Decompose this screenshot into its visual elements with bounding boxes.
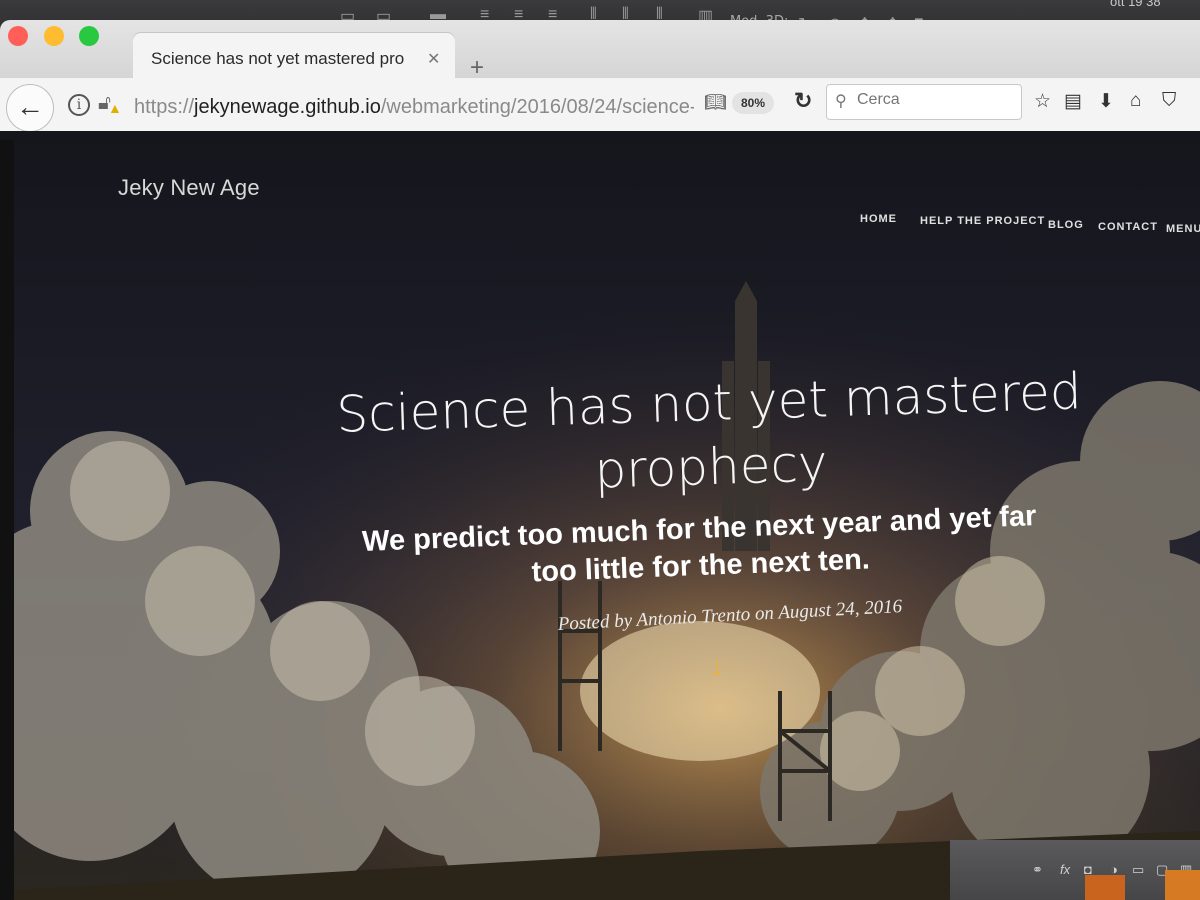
back-button[interactable]: ← (6, 84, 54, 132)
nav-help-the-project[interactable]: HELP THE PROJECT (920, 215, 1045, 227)
url-bar[interactable]: https://jekynewage.github.io/webmarketin… (134, 88, 694, 126)
tab-close-icon[interactable]: ✕ (427, 49, 440, 69)
home-icon[interactable]: ⌂ (1130, 90, 1141, 112)
layer-thumbnail[interactable] (1085, 875, 1125, 900)
app-layers-panel: ⚭ fx ◘ ◑ ▭ ▢ ▥ (950, 840, 1200, 900)
search-input[interactable] (857, 91, 1007, 109)
tab-bar: Science has not yet mastered pro ✕ + (0, 20, 1200, 80)
warning-icon: ▲ (108, 100, 122, 116)
link-icon[interactable]: ⚭ (1032, 862, 1043, 878)
url-path: /webmarketing/2016/08/24/science- (380, 96, 694, 118)
zoom-level-badge[interactable]: 80% (732, 92, 774, 114)
fx-icon[interactable]: fx (1060, 862, 1070, 877)
screen-bezel (0, 140, 14, 900)
new-tab-button[interactable]: + (470, 56, 484, 80)
bookmarks-list-icon[interactable]: ▤ (1064, 90, 1082, 113)
layer-thumbnail[interactable] (1165, 870, 1200, 900)
scroll-down-arrow-icon[interactable]: ↓ (710, 651, 723, 682)
folder-icon[interactable]: ▭ (1132, 862, 1144, 878)
nav-contact[interactable]: CONTACT (1098, 221, 1158, 233)
url-host: jekynewage.github.io (194, 96, 381, 118)
nav-home[interactable]: HOME (860, 213, 897, 225)
window-maximize-button[interactable] (79, 26, 99, 46)
browser-window: Science has not yet mastered pro ✕ + ← i… (0, 20, 1200, 900)
post-title: Science has not yet mastered prophecy (298, 358, 1122, 512)
info-icon[interactable]: i (68, 94, 90, 116)
bookmark-star-icon[interactable]: ☆ (1034, 90, 1051, 113)
search-box[interactable]: ⚲ (826, 84, 1022, 120)
site-brand-logo[interactable]: Jeky New Age (118, 175, 260, 201)
web-page: Jeky New Age HOME HELP THE PROJECT BLOG … (0, 131, 1200, 900)
menubar-clock: ott 19 38 (1110, 0, 1161, 9)
window-minimize-button[interactable] (44, 26, 64, 46)
reload-icon[interactable]: ↻ (794, 88, 812, 114)
tab-title: Science has not yet mastered pro (151, 49, 405, 68)
window-close-button[interactable] (8, 26, 28, 46)
search-icon: ⚲ (835, 93, 847, 110)
download-icon[interactable]: ⬇ (1098, 90, 1114, 113)
nav-blog[interactable]: BLOG (1048, 219, 1084, 231)
url-protocol: https:// (134, 96, 195, 118)
pocket-icon[interactable]: ⛉ (1162, 90, 1176, 112)
browser-tab[interactable]: Science has not yet mastered pro ✕ (133, 33, 455, 79)
reader-view-icon[interactable]: 📖︎ (704, 92, 727, 113)
nav-menu[interactable]: MENU (1166, 223, 1200, 235)
